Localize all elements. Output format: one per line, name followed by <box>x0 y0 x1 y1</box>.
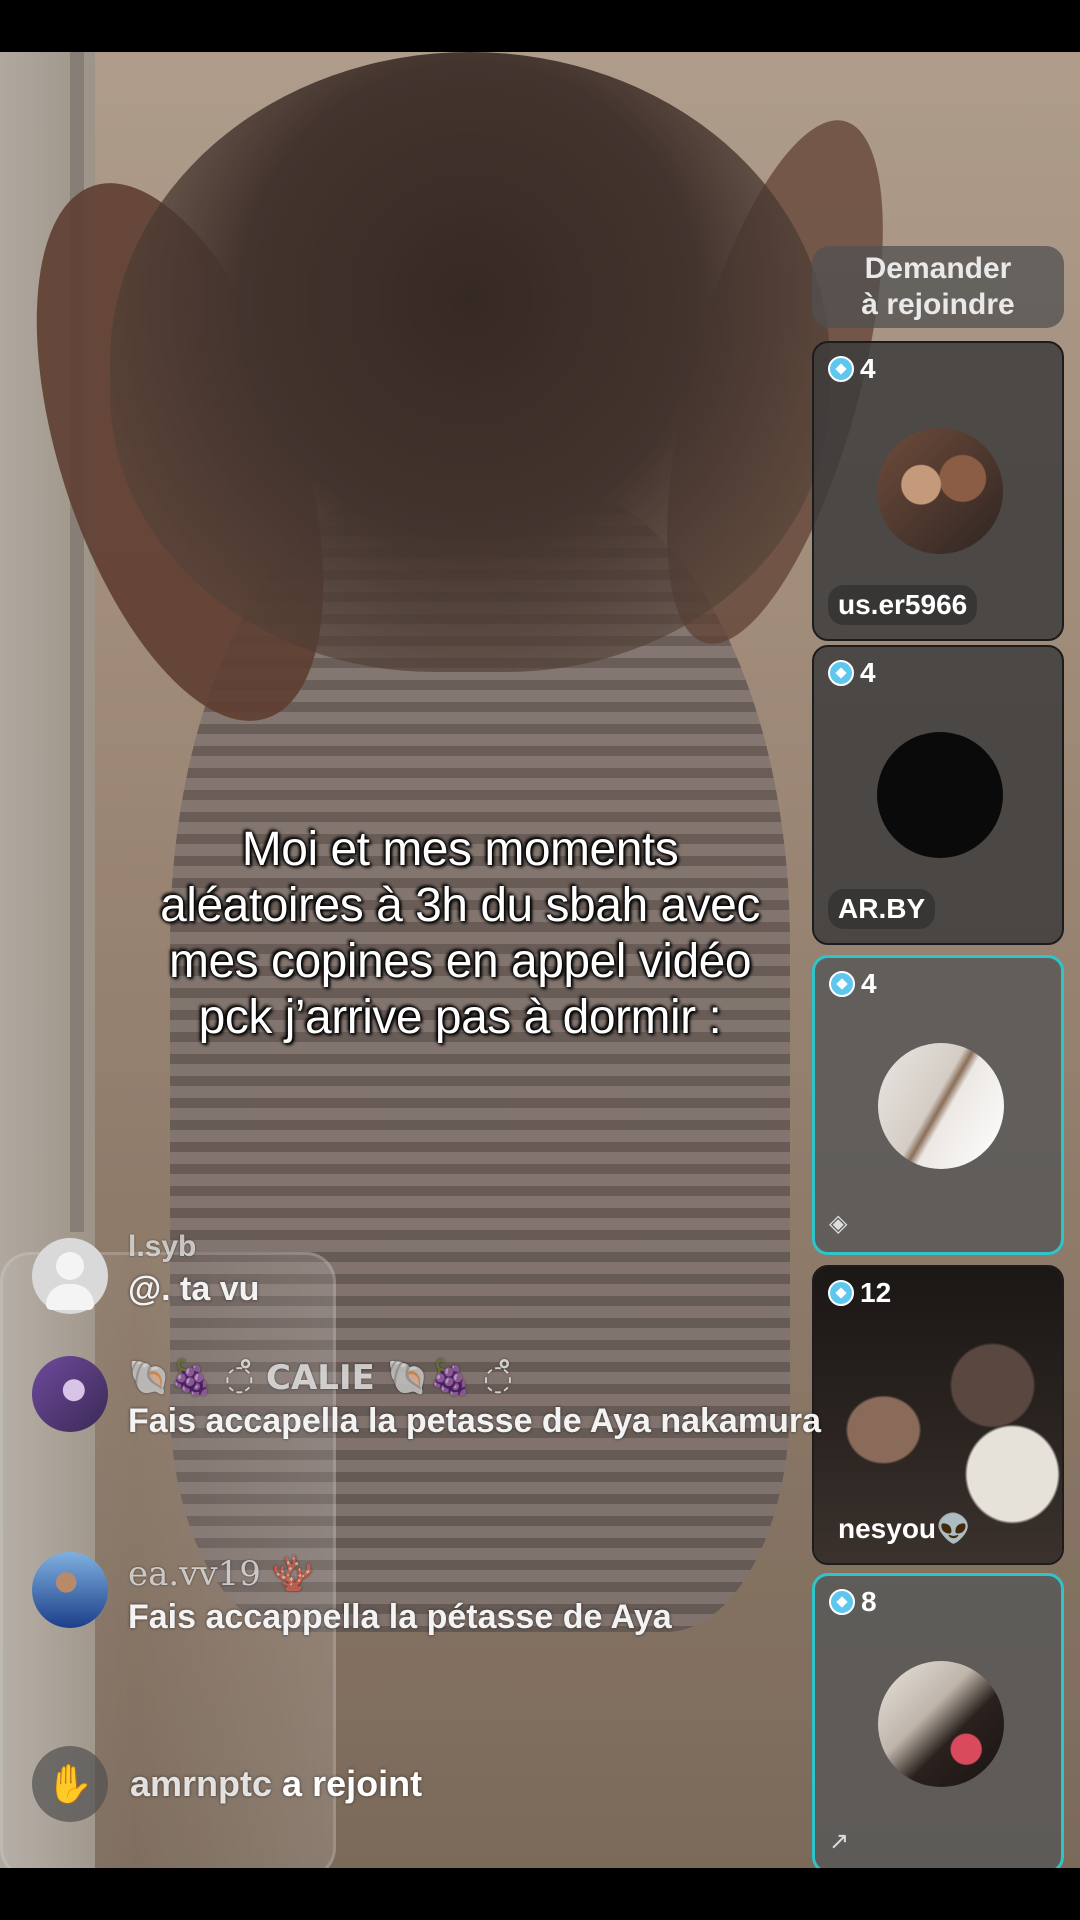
gem-icon <box>829 1589 855 1615</box>
comment-username[interactable]: ea.vv19 🪸 <box>128 1554 314 1594</box>
guest-tile-3[interactable]: 4 ◈ <box>812 955 1064 1255</box>
gem-icon <box>829 971 855 997</box>
guest-tile-1[interactable]: 4 us.er5966 <box>812 341 1064 641</box>
guest-tile-2[interactable]: 4 AR.BY <box>812 645 1064 945</box>
guest-avatar <box>878 1661 1004 1787</box>
joined-username[interactable]: amrnptc <box>130 1763 272 1804</box>
guest-viewer-count: 8 <box>829 1586 877 1618</box>
gem-icon <box>828 1280 854 1306</box>
expand-icon[interactable]: ↗ <box>829 1827 849 1856</box>
muted-mic-icon: ◈ <box>829 1210 848 1237</box>
joined-action: a rejoint <box>282 1763 423 1804</box>
guest-viewer-count: 4 <box>828 353 876 385</box>
gem-icon <box>828 660 854 686</box>
request-to-join-button[interactable]: Demander à rejoindre <box>812 246 1064 328</box>
comment-item: 🐚🍇 ◌̊ CALIE 🐚🍇 ◌̊ Fais accapella la peta… <box>32 1356 821 1506</box>
join-button-line2: à rejoindre <box>861 288 1015 321</box>
gem-icon <box>828 356 854 382</box>
join-notice: ✋ amrnptc a rejoint <box>32 1746 422 1822</box>
join-button-line1: Demander <box>864 252 1012 285</box>
guest-avatar <box>877 428 1003 554</box>
guest-name: AR.BY <box>828 889 936 929</box>
guest-tile-4[interactable]: 12 nesyou👽 <box>812 1265 1064 1565</box>
comment-text: Fais accappella la pétasse de Aya <box>128 1598 672 1636</box>
guest-viewer-count: 4 <box>828 657 876 689</box>
guest-viewer-count: 12 <box>828 1277 891 1309</box>
comment-text: @. ta vu <box>128 1270 260 1308</box>
guest-avatar <box>878 1043 1004 1169</box>
guest-name: us.er5966 <box>828 585 978 625</box>
comment-username[interactable]: 🐚🍇 ◌̊ CALIE 🐚🍇 ◌̊ <box>128 1358 513 1398</box>
default-avatar-icon[interactable] <box>32 1238 108 1314</box>
guest-viewer-count: 4 <box>829 968 877 1000</box>
guest-name: nesyou👽 <box>838 1513 971 1544</box>
navigation-bar-background <box>0 1868 1080 1920</box>
comment-username[interactable]: l.syb <box>128 1230 196 1264</box>
comment-item: ea.vv19 🪸 Fais accappella la pétasse de … <box>32 1552 792 1702</box>
user-avatar[interactable] <box>32 1356 108 1432</box>
guest-tile-5[interactable]: 8 ↗ <box>812 1573 1064 1873</box>
status-bar-background <box>0 0 1080 52</box>
user-avatar[interactable] <box>32 1552 108 1628</box>
comment-text: Fais accapella la petasse de Aya nakamur… <box>128 1402 821 1440</box>
video-caption: Moi et mes moments aléatoires à 3h du sb… <box>160 823 760 1044</box>
waving-hand-icon[interactable]: ✋ <box>32 1746 108 1822</box>
comment-item: l.syb @. ta vu <box>32 1230 792 1318</box>
guest-avatar <box>877 732 1003 858</box>
join-notice-text: amrnptc a rejoint <box>130 1763 422 1805</box>
